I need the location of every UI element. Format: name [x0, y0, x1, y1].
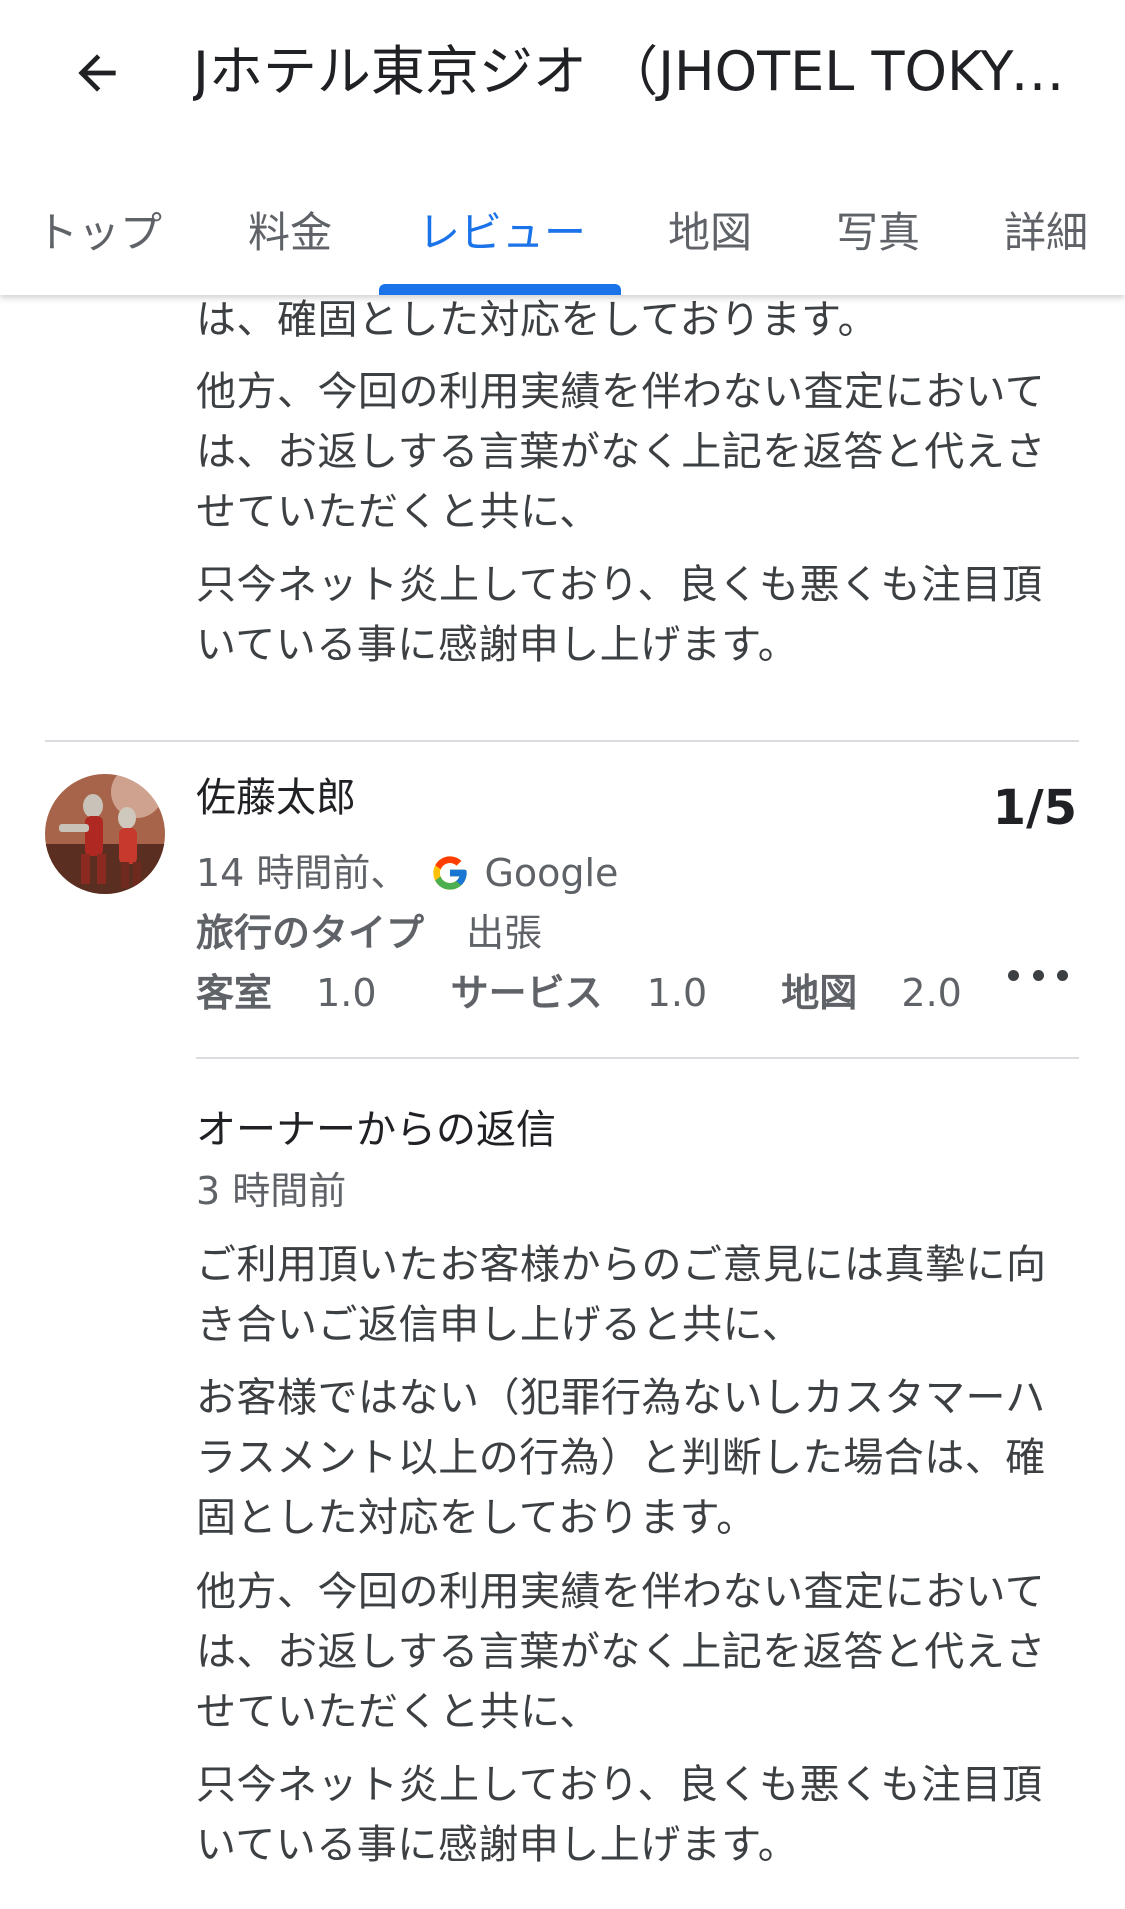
- tab-prices[interactable]: 料金: [248, 198, 332, 295]
- google-icon: [433, 856, 468, 890]
- app-header: Jホテル東京ジオ （JHOTEL TOKYO GEO） トップ 料金 レビュー …: [0, 0, 1125, 295]
- owner-reply-title: オーナーからの返信: [196, 1107, 556, 1153]
- score-label: 客室: [196, 971, 273, 1015]
- owner-reply-paragraph: 他方、今回の利用実績を伴わない査定においては、お返しする言葉がなく上記を返答と代…: [196, 1569, 1046, 1735]
- tab-bar: トップ 料金 レビュー 地図 写真 詳細: [0, 198, 1125, 295]
- review-divider: [45, 740, 1079, 742]
- tab-map[interactable]: 地図: [668, 198, 752, 295]
- trip-type-value: 出張: [466, 911, 543, 955]
- review-rating: 1/5: [992, 780, 1077, 836]
- score-value: 1.0: [646, 971, 708, 1015]
- owner-reply-paragraph: 只今ネット炎上しており、良くも悪くも注目頂いている事に感謝申し上げます。: [196, 1762, 1043, 1868]
- score-value: 1.0: [316, 971, 377, 1015]
- tab-photos[interactable]: 写真: [836, 198, 920, 295]
- arrow-back-icon: [78, 54, 116, 92]
- trip-type-row: 旅行のタイプ 出張: [196, 905, 542, 961]
- tab-top[interactable]: トップ: [36, 198, 162, 295]
- back-button[interactable]: [62, 38, 132, 108]
- active-tab-indicator: [379, 284, 621, 295]
- more-options-icon[interactable]: [1008, 960, 1068, 990]
- reply-divider: [196, 1057, 1079, 1059]
- review-time: 14 時間前、: [196, 851, 409, 895]
- owner-reply-time: 3 時間前: [196, 1169, 347, 1213]
- review-meta: 14 時間前、 Google: [196, 845, 618, 901]
- prev-reply-paragraph: は、確固とした対応をしております。: [196, 297, 879, 343]
- owner-reply-paragraph: お客様ではない（犯罪行為ないしカスタマーハラスメント以上の行為）と判断した場合は…: [196, 1375, 1046, 1541]
- trip-type-label: 旅行のタイプ: [196, 911, 425, 955]
- avatar[interactable]: [45, 774, 165, 894]
- score-label: 地図: [781, 971, 858, 1015]
- tab-reviews[interactable]: レビュー: [418, 198, 586, 295]
- page-title: Jホテル東京ジオ （JHOTEL TOKYO GEO）: [193, 40, 1073, 103]
- review-source: Google: [484, 851, 619, 895]
- prev-reply-paragraph: 只今ネット炎上しており、良くも悪くも注目頂いている事に感謝申し上げます。: [196, 562, 1043, 668]
- tab-details[interactable]: 詳細: [1004, 198, 1088, 295]
- score-value: 2.0: [901, 971, 962, 1015]
- score-label: サービス: [450, 971, 603, 1015]
- reviewer-name[interactable]: 佐藤太郎: [196, 770, 356, 826]
- owner-reply-paragraph: ご利用頂いたお客様からのご意見には真摯に向き合いご返信申し上げると共に、: [196, 1242, 1047, 1348]
- scores-row: 客室 1.0 サービス 1.0 地図 2.0: [196, 965, 962, 1021]
- prev-reply-paragraph: 他方、今回の利用実績を伴わない査定においては、お返しする言葉がなく上記を返答と代…: [196, 369, 1046, 535]
